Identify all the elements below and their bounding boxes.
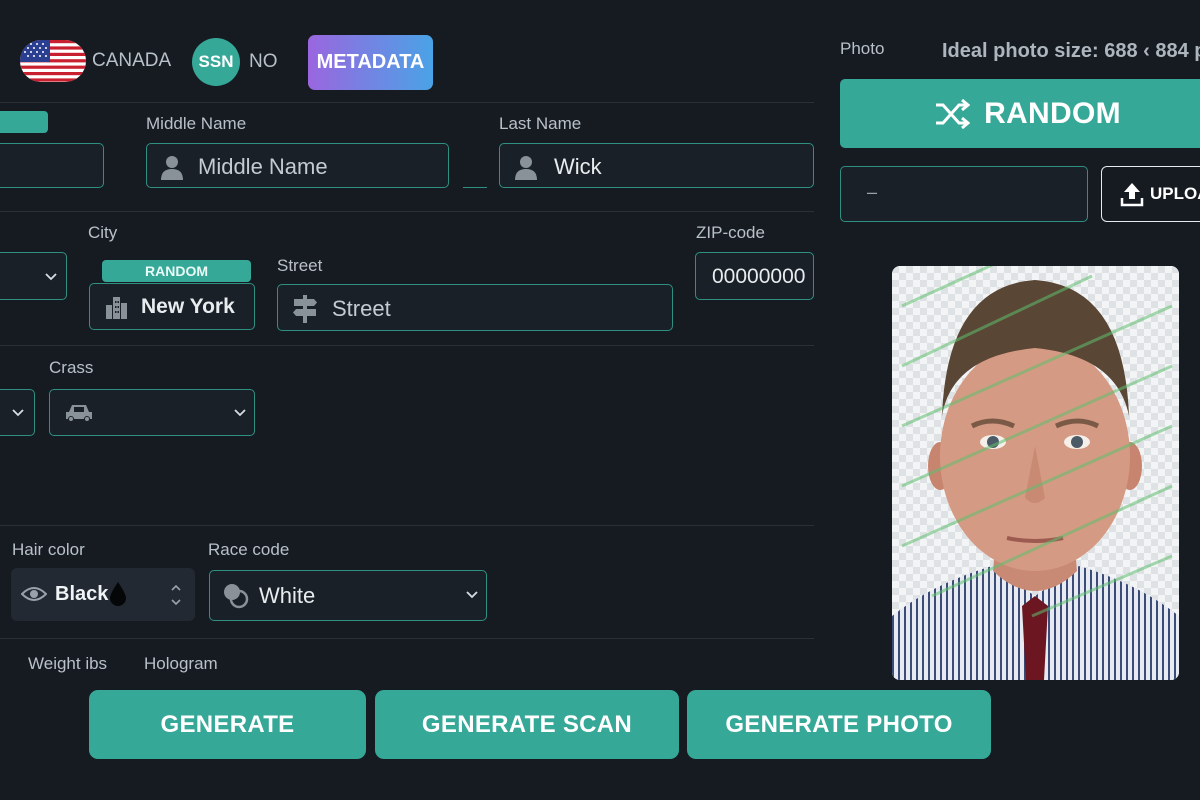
last-name-field[interactable]: Wick — [499, 143, 814, 188]
user-icon — [161, 156, 183, 180]
generate-button[interactable]: GENERATE — [89, 690, 366, 759]
first-name-field[interactable] — [0, 143, 104, 188]
class-select[interactable] — [49, 389, 255, 436]
user-icon — [515, 156, 537, 180]
drop-icon — [110, 582, 126, 606]
generate-photo-button-label: GENERATE PHOTO — [725, 710, 953, 738]
zip-value: 00000000 — [712, 265, 806, 288]
first-name-random-button[interactable] — [0, 111, 48, 133]
generate-scan-button[interactable]: GENERATE SCAN — [375, 690, 679, 759]
chevron-down-icon — [234, 409, 246, 417]
us-flag-icon — [20, 40, 86, 82]
city-label: City — [88, 223, 118, 242]
random-photo-button-label: RANDOM — [984, 96, 1121, 130]
race-code-label: Race code — [208, 540, 290, 559]
chevron-down-icon — [12, 409, 24, 417]
zip-field[interactable]: 00000000 — [695, 252, 814, 300]
divider — [0, 345, 814, 346]
city-random-button[interactable]: RANDOM — [102, 260, 251, 282]
country-label: CANADA — [92, 50, 172, 71]
hair-color-select[interactable]: Black — [11, 568, 195, 621]
portrait-photo — [892, 266, 1179, 680]
middle-name-field[interactable]: Middle Name — [146, 143, 449, 188]
class-label: Crass — [49, 358, 94, 377]
metadata-button[interactable]: METADATA — [308, 35, 433, 90]
signpost-icon — [293, 295, 317, 323]
upload-button-label: UPLOA — [1150, 184, 1200, 203]
street-field[interactable]: Street — [277, 284, 673, 331]
weight-label: Weight ibs — [28, 654, 108, 673]
generate-scan-button-label: GENERATE SCAN — [421, 710, 633, 738]
car-icon — [66, 405, 92, 422]
decorative-underline — [463, 187, 487, 188]
random-photo-button[interactable]: RANDOM — [840, 79, 1200, 148]
state-select[interactable] — [0, 252, 67, 300]
last-name-label: Last Name — [499, 114, 582, 133]
ssn-badge: SSN — [192, 38, 240, 86]
city-field[interactable]: New York — [89, 283, 255, 330]
street-placeholder: Street — [332, 296, 391, 321]
stepper-icon — [171, 584, 181, 606]
country-selector[interactable]: CANADA — [20, 38, 190, 84]
divider — [0, 211, 814, 212]
generate-photo-button[interactable]: GENERATE PHOTO — [687, 690, 991, 759]
chevron-down-icon — [45, 273, 57, 281]
metadata-button-label: METADATA — [316, 51, 425, 73]
ssn-value: NO — [249, 51, 278, 72]
chevron-down-icon — [466, 591, 478, 599]
upload-button[interactable]: UPLOA — [1101, 166, 1200, 222]
photo-file-value: – — [867, 182, 878, 202]
photo-label: Photo — [840, 39, 885, 58]
ssn-badge-label: SSN — [198, 52, 234, 71]
photo-file-input[interactable]: – — [840, 166, 1088, 222]
middle-name-label: Middle Name — [146, 114, 247, 133]
divider — [0, 525, 814, 526]
last-name-value: Wick — [554, 154, 602, 179]
race-code-select[interactable]: White — [209, 570, 487, 621]
shuffle-icon — [936, 98, 971, 129]
ssn-toggle[interactable]: SSN NO — [192, 38, 292, 86]
ideal-size-hint: Ideal photo size: 688 ‹ 884 p — [942, 40, 1200, 62]
eye-icon — [21, 587, 47, 601]
city-random-label: RANDOM — [145, 263, 208, 279]
buildings-icon — [106, 297, 127, 319]
street-label: Street — [277, 256, 323, 275]
upload-icon — [1120, 183, 1144, 207]
city-value: New York — [141, 295, 235, 318]
generate-button-label: GENERATE — [160, 710, 295, 738]
divider — [0, 102, 814, 103]
license-type-select[interactable] — [0, 389, 35, 436]
palette-icon — [224, 584, 249, 609]
hologram-label: Hologram — [144, 654, 218, 673]
hair-color-value: Black — [55, 583, 109, 605]
middle-name-placeholder: Middle Name — [198, 154, 328, 179]
hair-color-label: Hair color — [12, 540, 85, 559]
divider — [0, 638, 814, 639]
zip-label: ZIP-code — [696, 223, 765, 242]
race-code-value: White — [259, 583, 316, 608]
